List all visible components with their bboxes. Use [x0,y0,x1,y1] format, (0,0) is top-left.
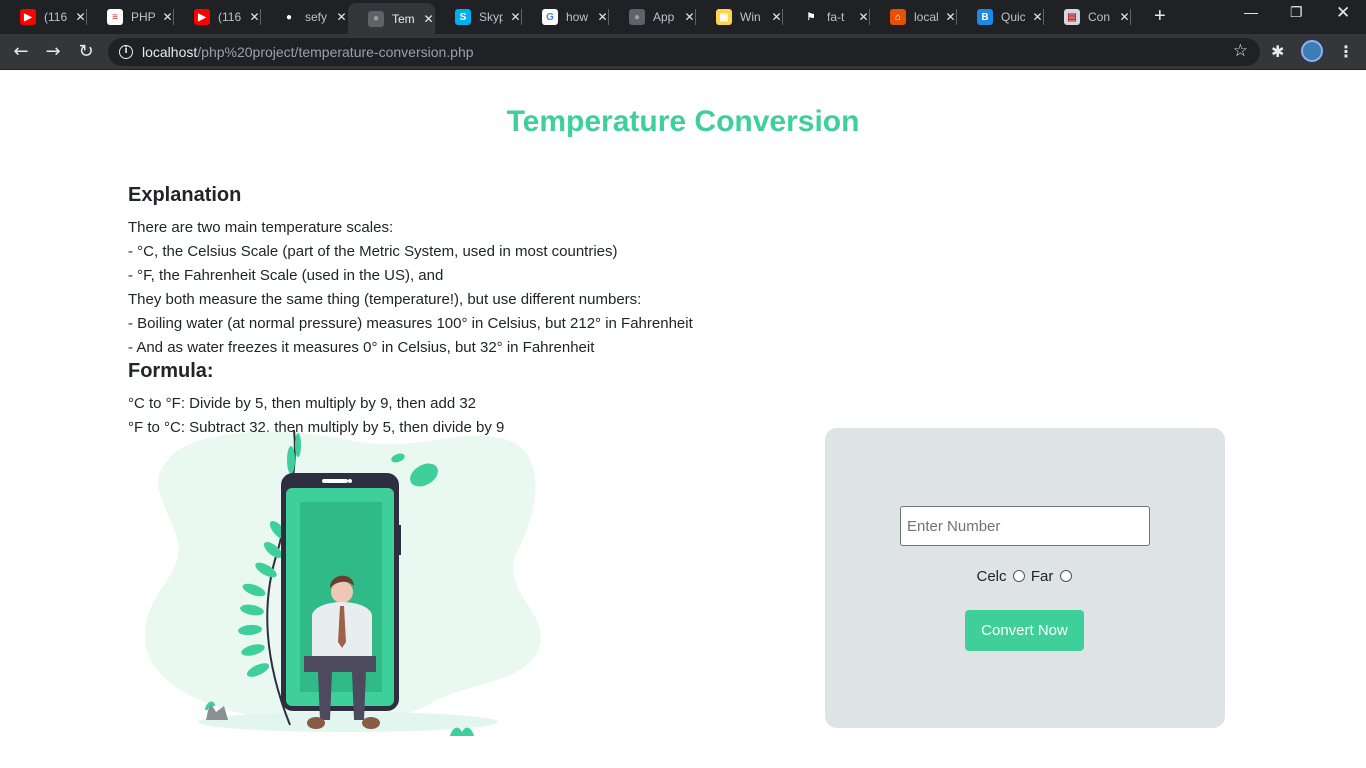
celsius-radio-label: Celc [976,568,1007,585]
explanation-line: - And as water freezes it measures 0° in… [128,339,595,356]
url-text[interactable]: localhost/php%20project/temperature-conv… [142,44,474,60]
explanation-line: They both measure the same thing (temper… [128,291,642,308]
browser-tab[interactable]: B Quic ✕ [957,0,1044,34]
bootstrap-icon: B [977,9,993,25]
fahrenheit-radio[interactable] [1059,570,1072,582]
phone-speaker [322,479,348,483]
browser-tab[interactable]: ▣ Win ✕ [696,0,783,34]
profile-avatar[interactable] [1301,40,1323,62]
extensions-puzzle-icon[interactable]: ✱ [1271,42,1284,61]
explanation-line: - Boiling water (at normal pressure) mea… [128,315,693,332]
bookmark-star-icon[interactable]: ☆ [1233,41,1248,61]
close-tab-icon[interactable]: ✕ [335,10,348,24]
browser-tab-title: local [914,10,939,24]
unit-radio-group: Celc Far [825,568,1225,585]
close-window-button[interactable]: ✕ [1336,3,1350,23]
browser-tab-title: (116 [44,10,68,24]
browser-tab[interactable]: S Skyp ✕ [435,0,522,34]
browser-tab-title: Win [740,10,761,24]
explanation-text: There are two main temperature scales: -… [128,216,693,360]
page-title: Temperature Conversion [506,105,860,138]
browser-tab-title: Quic [1001,10,1026,24]
conversion-form-card: Celc Far Convert Now [825,428,1225,728]
php-doc-icon: ≡ [107,9,123,25]
phone-camera [348,479,352,483]
browser-tab-title: Tem [392,11,415,26]
browser-tab[interactable]: ▤ Con ✕ [1044,0,1131,34]
forward-button[interactable]: → [42,41,64,62]
google-icon: G [542,9,558,25]
address-bar[interactable]: i localhost/php%20project/temperature-co… [108,38,1260,66]
formula-heading: Formula: [128,360,214,382]
browser-toolbar: ← → ↻ i localhost/php%20project/temperat… [0,34,1366,70]
browser-tab-title: Skyp [479,10,504,24]
browser-tab[interactable]: ⌂ local ✕ [870,0,957,34]
explanation-line: - °C, the Celsius Scale (part of the Met… [128,243,618,260]
person-shoe [307,717,325,729]
flag-icon: ⚑ [803,9,819,25]
globe-icon: ● [629,9,645,25]
skype-icon: S [455,9,471,25]
phone-person-illustration [144,429,541,736]
browser-tab[interactable]: ⚑ fa-t ✕ [783,0,870,34]
browser-tab[interactable]: ▶ (116 ✕ [0,0,87,34]
browser-tab[interactable]: ● App ✕ [609,0,696,34]
phone-side-button [397,525,401,555]
browser-tab-title: fa-t [827,10,845,24]
browser-tab-title: App [653,10,675,24]
browser-tab[interactable]: ▶ (116 ✕ [174,0,261,34]
menu-kebab-icon[interactable]: ⋮ [1338,42,1354,61]
explanation-line: There are two main temperature scales: [128,219,394,236]
minimize-button[interactable]: — [1244,4,1258,20]
new-tab-button[interactable]: + [1154,5,1166,28]
explanation-heading: Explanation [128,184,242,206]
browser-tab[interactable]: ● sefy ✕ [261,0,348,34]
explanation-line: - °F, the Fahrenheit Scale (used in the … [128,267,444,284]
reload-button[interactable]: ↻ [75,41,97,62]
youtube-icon: ▶ [20,9,36,25]
celsius-radio[interactable] [1012,570,1025,582]
back-button[interactable]: ← [10,41,32,62]
browser-tab-bar: ▶ (116 ✕ ≡ PHP ✕ ▶ (116 ✕ ● sefy ✕ ● Tem ✕ S Skyp ✕ Ghow ✕ ●… [0,0,1366,34]
restore-button[interactable]: ❐ [1290,4,1303,21]
browser-tab-title: Con [1088,10,1111,24]
close-tab-icon[interactable]: ✕ [422,12,435,26]
browser-tab-title: sefy [305,10,328,24]
xampp-icon: ⌂ [890,9,906,25]
globe-icon: ● [368,10,384,27]
youtube-icon: ▶ [194,9,210,25]
browser-tab[interactable]: Ghow ✕ [522,0,609,34]
browser-tab-title: how [566,10,589,24]
github-icon: ● [281,9,297,25]
tab-separator [1130,9,1131,25]
site-info-icon[interactable]: i [119,45,133,59]
person-shoe [362,717,380,729]
browser-tab[interactable]: ● Tem ✕ [348,3,435,34]
windows-icon: ▣ [716,9,732,25]
document-icon: ▤ [1064,9,1080,25]
formula-line: °C to °F: Divide by 5, then multiply by … [128,395,477,412]
browser-tab-title: (116 [218,10,242,24]
convert-now-button[interactable]: Convert Now [965,610,1084,651]
fahrenheit-radio-label: Far [1030,568,1054,585]
browser-tab[interactable]: ≡ PHP ✕ [87,0,174,34]
number-input[interactable] [900,506,1150,546]
browser-tab-title: PHP [131,10,156,24]
ground-shadow [198,712,498,732]
